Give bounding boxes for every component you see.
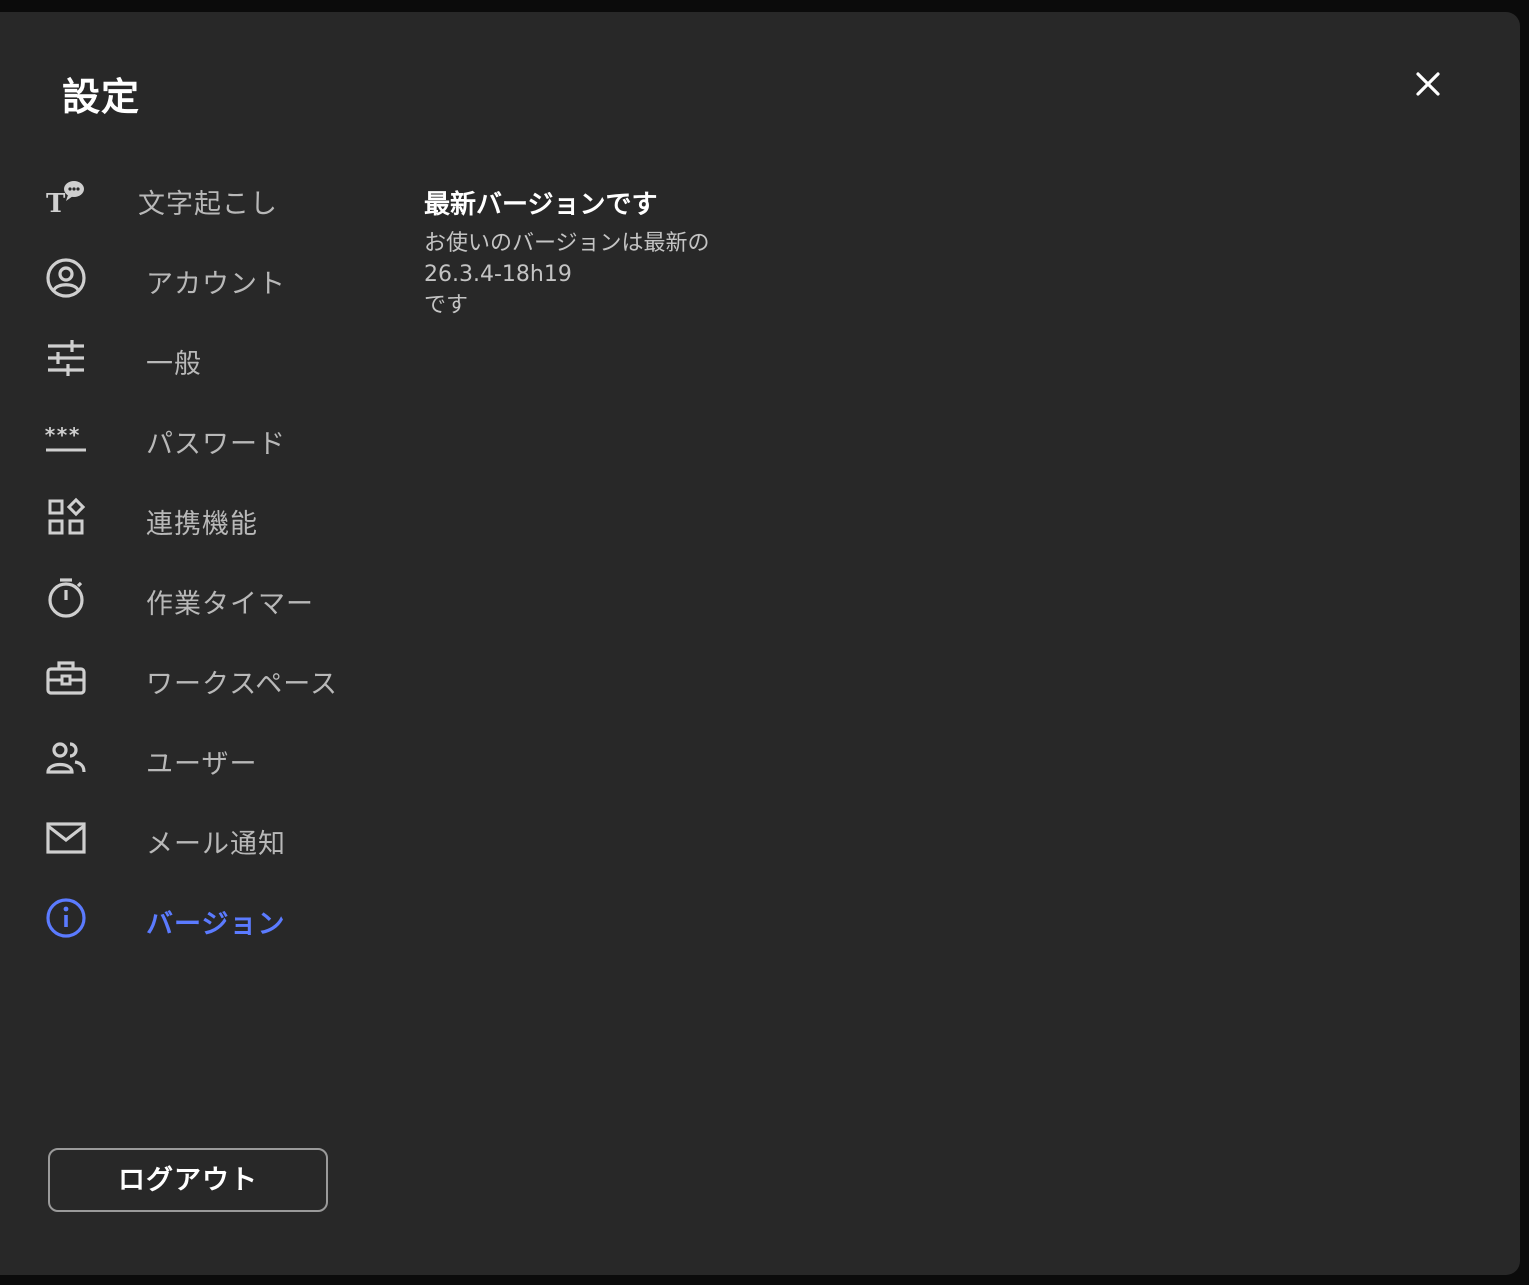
version-status-text: お使いのバージョンは最新の	[424, 231, 710, 256]
sidebar-item-label: メール通知	[146, 829, 286, 860]
integrations-icon	[44, 496, 88, 540]
close-button[interactable]	[1408, 64, 1448, 104]
account-icon	[44, 256, 88, 300]
sidebar-item-version[interactable]: バージョン	[40, 888, 370, 948]
version-panel: 最新バージョンです お使いのバージョンは最新の 26.3.4-18h19 です	[424, 188, 1024, 321]
svg-text:***: ***	[44, 423, 80, 447]
sidebar-item-label: パスワード	[146, 429, 286, 460]
close-icon	[1416, 72, 1440, 96]
settings-modal: 設定 T 文字起こし アカウント 一般 *** パスワード 連携機能 作業タイマ…	[0, 12, 1520, 1275]
sidebar-item-mail-notifications[interactable]: メール通知	[40, 808, 370, 868]
sidebar-item-label: 連携機能	[146, 509, 258, 540]
version-number: 26.3.4-18h19	[424, 262, 572, 287]
version-status-heading: 最新バージョンです	[424, 190, 658, 220]
timer-icon	[44, 576, 88, 620]
info-icon	[44, 896, 88, 940]
briefcase-icon	[44, 656, 88, 700]
sidebar-item-transcription[interactable]: T 文字起こし	[40, 168, 370, 228]
sidebar-item-label: ワークスペース	[146, 669, 338, 700]
sidebar-item-general[interactable]: 一般	[40, 328, 370, 388]
sidebar-item-label: アカウント	[146, 269, 286, 300]
version-status-suffix: です	[424, 293, 469, 318]
sidebar-item-label: 文字起こし	[138, 189, 278, 220]
sidebar-item-timer[interactable]: 作業タイマー	[40, 568, 370, 628]
sidebar-item-account[interactable]: アカウント	[40, 248, 370, 308]
modal-title: 設定	[62, 75, 141, 119]
logout-button[interactable]: ログアウト	[48, 1148, 328, 1212]
sidebar-item-label: バージョン	[146, 909, 286, 940]
users-icon	[44, 736, 88, 780]
sidebar-item-users[interactable]: ユーザー	[40, 728, 370, 788]
sidebar-item-workspace[interactable]: ワークスペース	[40, 648, 370, 708]
sidebar-item-integrations[interactable]: 連携機能	[40, 488, 370, 548]
sliders-icon	[44, 336, 88, 380]
sidebar-item-password[interactable]: *** パスワード	[40, 408, 370, 468]
password-icon: ***	[44, 416, 88, 460]
svg-text:T: T	[46, 189, 66, 219]
sidebar-item-label: 一般	[146, 349, 202, 380]
transcription-icon: T	[44, 176, 88, 220]
sidebar-item-label: 作業タイマー	[146, 589, 314, 620]
mail-icon	[44, 816, 88, 860]
sidebar-item-label: ユーザー	[146, 749, 258, 780]
